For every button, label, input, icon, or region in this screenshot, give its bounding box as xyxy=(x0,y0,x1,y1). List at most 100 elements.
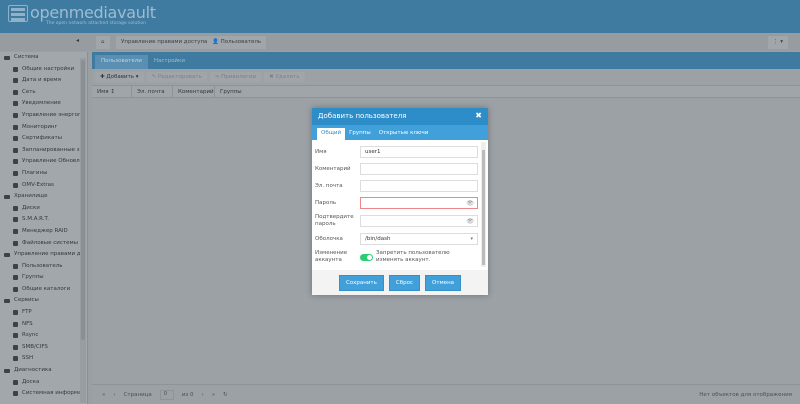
sidebar-item[interactable]: Запланированные задачи xyxy=(0,145,80,157)
menu-item-icon xyxy=(13,228,18,234)
eye-icon[interactable]: 👁 xyxy=(466,218,474,225)
menu-item-icon xyxy=(13,101,18,107)
sidebar-item[interactable]: Мониторинг xyxy=(0,122,80,134)
shell-select[interactable]: /bin/dash ▾ xyxy=(360,233,478,245)
menu-item-icon xyxy=(13,391,18,397)
delete-button[interactable]: ✖ Удалить xyxy=(264,72,305,82)
sidebar-item[interactable]: S.M.A.R.T. xyxy=(0,214,80,226)
breadcrumb-item[interactable]: Управление правами доступа xyxy=(116,36,213,49)
sidebar-item[interactable]: Диски xyxy=(0,203,80,215)
sidebar-item[interactable]: Управление Обновлениями xyxy=(0,156,80,168)
sidebar-item[interactable]: Общие настройки xyxy=(0,64,80,76)
password-label: Пароль xyxy=(315,199,337,206)
password-field[interactable]: 👁 xyxy=(360,197,478,209)
sidebar-group[interactable]: Система xyxy=(0,52,80,64)
menu-item-icon xyxy=(13,356,18,362)
column-email[interactable]: Эл. почта xyxy=(132,86,173,97)
email-field[interactable] xyxy=(360,180,478,192)
sidebar-item[interactable]: Плагины xyxy=(0,168,80,180)
account-change-label: Изменение аккаунта xyxy=(315,250,348,263)
sidebar-item[interactable]: SSH xyxy=(0,353,80,365)
save-button[interactable]: Сохранить xyxy=(338,274,384,291)
sidebar-item[interactable]: Доска xyxy=(0,377,80,389)
prev-page-icon[interactable]: ‹ xyxy=(113,392,115,398)
menu-item-icon xyxy=(13,321,18,327)
sidebar-group[interactable]: Хранилище xyxy=(0,191,80,203)
disallow-change-toggle[interactable] xyxy=(360,253,373,261)
privileges-button[interactable]: ⋖ Привилегии xyxy=(209,72,262,82)
reset-button[interactable]: Сброс xyxy=(388,274,420,291)
confirm-password-label: Подтвердите пароль xyxy=(315,214,354,227)
sidebar-item[interactable]: Группы xyxy=(0,272,80,284)
edit-button[interactable]: ✎ Редактировать xyxy=(146,72,207,82)
breadcrumb-item[interactable]: 👤 Пользователь xyxy=(207,36,267,49)
tab-groups[interactable]: Группы xyxy=(345,128,375,140)
sidebar-group[interactable]: Сервисы xyxy=(0,295,80,307)
last-page-icon[interactable]: » xyxy=(212,392,215,398)
sidebar-item[interactable]: Уведомление xyxy=(0,98,80,110)
sidebar-group[interactable]: Управление правами доступа xyxy=(0,249,80,261)
sidebar-item[interactable]: OMV-Extras xyxy=(0,180,80,192)
dialog-scroll-thumb[interactable] xyxy=(482,150,485,265)
sidebar-group[interactable]: Диагностика xyxy=(0,365,80,377)
menu-item-icon xyxy=(13,159,18,165)
refresh-icon[interactable]: ↻ xyxy=(223,392,228,398)
menu-item-icon xyxy=(13,240,18,246)
add-user-dialog: Добавить пользователя ✖ Общий Группы Откр… xyxy=(312,108,488,295)
collapse-sidebar-icon[interactable]: ◂ xyxy=(76,37,79,44)
sidebar-item[interactable]: FTP xyxy=(0,307,80,319)
sidebar-item[interactable]: Rsync xyxy=(0,330,80,342)
column-groups[interactable]: Группы xyxy=(215,86,255,97)
menu-item-icon xyxy=(13,182,18,188)
minus-icon xyxy=(4,195,10,200)
name-label: Имя xyxy=(315,148,327,155)
sidebar-item[interactable]: NFS xyxy=(0,319,80,331)
first-page-icon[interactable]: « xyxy=(102,392,105,398)
menu-item-icon xyxy=(13,333,18,339)
menu-item-icon xyxy=(13,205,18,211)
cancel-button[interactable]: Отмена xyxy=(425,274,462,291)
sidebar-item[interactable]: Менеджер RAID xyxy=(0,226,80,238)
page-count: из 0 xyxy=(181,391,194,398)
add-button[interactable]: ✚ Добавить ▾ xyxy=(95,72,144,82)
email-label: Эл. почта xyxy=(315,182,343,189)
page-input[interactable]: 0 xyxy=(159,389,174,400)
comment-label: Коментарий xyxy=(315,165,351,172)
eye-icon[interactable]: 👁 xyxy=(466,200,474,207)
sidebar-item[interactable]: Управление энергопотреблением xyxy=(0,110,80,122)
column-comment[interactable]: Коментарий xyxy=(173,86,215,97)
chevron-down-icon: ▾ xyxy=(470,236,473,242)
column-name[interactable]: Имя ↕ xyxy=(92,86,132,97)
sidebar-item[interactable]: Дата и время xyxy=(0,75,80,87)
logo-icon xyxy=(8,5,28,22)
menu-item-icon xyxy=(13,275,18,281)
minus-icon xyxy=(4,299,10,304)
name-field[interactable]: user1 xyxy=(360,146,478,158)
sidebar-item[interactable]: Сеть xyxy=(0,87,80,99)
pagination: « ‹ Страница 0 из 0 › » ↻ Нет объектов д… xyxy=(92,384,800,404)
sidebar-item[interactable]: Файловые системы xyxy=(0,238,80,250)
next-page-icon[interactable]: › xyxy=(202,392,204,398)
sidebar-item[interactable]: Общие каталоги xyxy=(0,284,80,296)
tab-general[interactable]: Общий xyxy=(317,128,346,140)
sidebar-item[interactable]: Сертификаты xyxy=(0,133,80,145)
close-icon[interactable]: ✖ xyxy=(475,111,482,120)
menu-item-icon xyxy=(13,124,18,130)
home-icon[interactable]: ⌂ xyxy=(96,36,110,49)
sidebar-item[interactable]: SMB/CIFS xyxy=(0,342,80,354)
menu-item-icon xyxy=(13,136,18,142)
toggle-text: Запретить пользователю изменять аккаунт. xyxy=(376,250,450,263)
comment-field[interactable] xyxy=(360,163,478,175)
menu-item-icon xyxy=(13,170,18,176)
sidebar: Система Общие настройки Дата и время Сеть Ув… xyxy=(0,52,88,404)
sidebar-item[interactable]: Пользователь xyxy=(0,261,80,273)
tab-settings[interactable]: Настройки xyxy=(148,55,191,69)
tab-users[interactable]: Пользователи xyxy=(95,55,148,69)
tab-public-keys[interactable]: Открытые ключи xyxy=(375,128,433,140)
sidebar-scroll-thumb[interactable] xyxy=(81,60,85,340)
menu-button[interactable]: ⋮ ▾ xyxy=(768,36,789,49)
menu-item-icon xyxy=(13,344,18,350)
confirm-password-field[interactable]: 👁 xyxy=(360,215,478,227)
menu-item-icon xyxy=(13,263,18,269)
sidebar-item[interactable]: Системная информация xyxy=(0,388,80,400)
